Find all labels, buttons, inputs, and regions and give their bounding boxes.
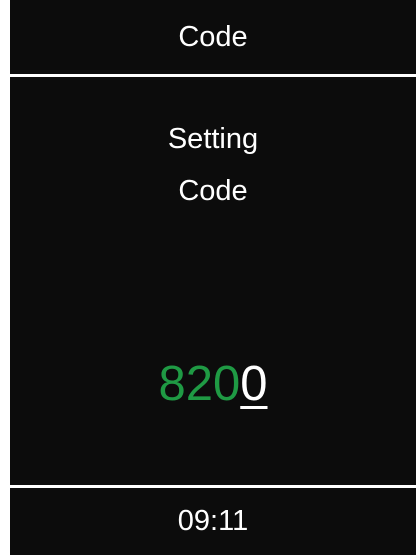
subtitle-line-2: Code bbox=[178, 175, 248, 207]
entered-digits: 820 bbox=[158, 357, 241, 411]
header-divider bbox=[10, 74, 416, 77]
header: Code bbox=[10, 0, 416, 74]
device-screen: Code Setting Code 8200 09:11 bbox=[10, 0, 416, 555]
page-title: Code bbox=[178, 20, 248, 53]
clock-time: 09:11 bbox=[177, 505, 249, 537]
code-entry[interactable]: 8200 bbox=[10, 354, 416, 414]
subtitle-line-1: Setting bbox=[167, 123, 259, 155]
footer: 09:11 bbox=[10, 488, 416, 555]
current-digit[interactable]: 0 bbox=[240, 357, 267, 411]
